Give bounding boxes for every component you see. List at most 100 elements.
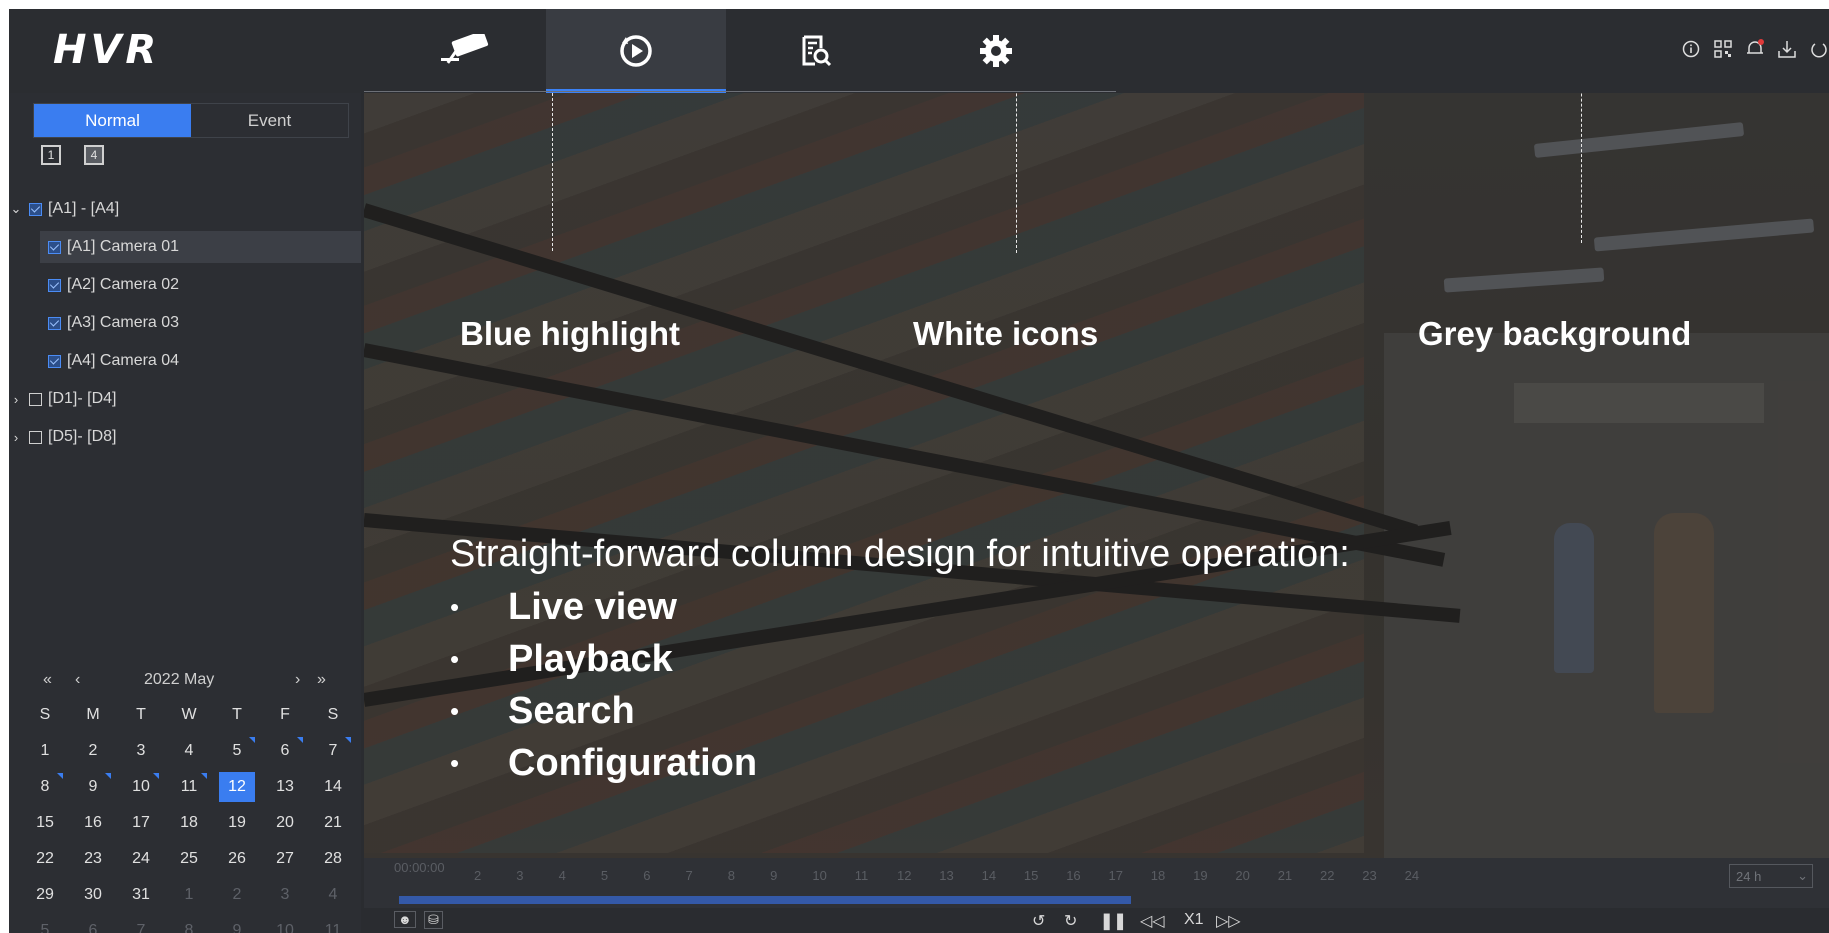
calendar-day[interactable]: 9 [69, 769, 117, 805]
camera-checkbox[interactable] [48, 316, 61, 330]
camera-label: [A3] Camera 03 [67, 314, 180, 331]
timeline-hour-label: 20 [1235, 868, 1250, 883]
sidebar: Normal Event 1 4 ⌄ [A1] - [A4] [A1] Came… [9, 93, 361, 933]
qr-code-icon[interactable] [1713, 39, 1733, 59]
group-checkbox[interactable] [29, 430, 42, 444]
calendar-day[interactable]: 31 [117, 877, 165, 913]
bullet-symbol: • [450, 591, 460, 622]
timeline-hour-label: 3 [516, 868, 524, 883]
calendar-day[interactable]: 2 [69, 733, 117, 769]
camera-label: [A4] Camera 04 [67, 352, 180, 369]
feature-label: Live view [508, 585, 677, 628]
calendar-day[interactable]: 10 [261, 913, 309, 933]
calendar-day[interactable]: 18 [165, 805, 213, 841]
next-year-button[interactable]: » [317, 671, 326, 689]
calendar-day[interactable]: 11 [165, 769, 213, 805]
calendar-day[interactable]: 25 [165, 841, 213, 877]
calendar-day[interactable]: 3 [117, 733, 165, 769]
speed-up-icon[interactable]: ▷▷ [1216, 911, 1241, 931]
calendar-day[interactable]: 22 [21, 841, 69, 877]
calendar-day[interactable]: 23 [69, 841, 117, 877]
calendar-day[interactable]: 2 [213, 877, 261, 913]
calendar-day[interactable]: 30 [69, 877, 117, 913]
calendar-day[interactable]: 6 [261, 733, 309, 769]
calendar-day[interactable]: 5 [21, 913, 69, 933]
calendar-day[interactable]: 27 [261, 841, 309, 877]
timeline-hour-label: 11 [854, 868, 869, 883]
tab-live-view[interactable] [379, 9, 559, 93]
prev-year-button[interactable]: « [43, 671, 52, 689]
tree-group-d1[interactable]: › [D1]- [D4] [9, 383, 361, 415]
calendar-day[interactable]: 17 [117, 805, 165, 841]
playback-icon [620, 35, 652, 67]
calendar-day[interactable]: 6 [69, 913, 117, 933]
timeline-hour-label: 23 [1362, 868, 1377, 883]
bell-icon[interactable] [1745, 39, 1765, 59]
camera-checkbox[interactable] [48, 354, 61, 368]
calendar-day[interactable]: 3 [261, 877, 309, 913]
group-checkbox[interactable] [29, 392, 42, 406]
calendar-day[interactable]: 19 [213, 805, 261, 841]
calendar-day[interactable]: 13 [261, 769, 309, 805]
calendar-day[interactable]: 4 [165, 733, 213, 769]
vehicle-icon[interactable]: ⛁ [424, 911, 443, 929]
calendar-day[interactable]: 15 [21, 805, 69, 841]
tab-configuration[interactable] [906, 9, 1086, 93]
tab-playback[interactable] [546, 9, 726, 93]
calendar-day[interactable]: 16 [69, 805, 117, 841]
calendar-day[interactable]: 9 [213, 913, 261, 933]
person-icon[interactable]: ☻ [394, 911, 416, 928]
power-icon[interactable] [1809, 39, 1829, 59]
calendar-day[interactable]: 12 [219, 772, 255, 802]
calendar-weekday: F [280, 706, 290, 723]
info-icon[interactable] [1681, 39, 1701, 59]
tree-group-a[interactable]: ⌄ [A1] - [A4] [9, 193, 361, 225]
rewind-30s-icon[interactable]: ↺ [1032, 911, 1045, 931]
timeline-recording-bar[interactable] [399, 896, 1131, 904]
camera-checkbox[interactable] [48, 240, 61, 254]
segment-normal[interactable]: Normal [34, 104, 191, 137]
prev-month-button[interactable]: ‹ [75, 671, 80, 689]
calendar-day[interactable]: 14 [309, 769, 357, 805]
calendar-day[interactable]: 4 [309, 877, 357, 913]
timeline-hour-label: 14 [981, 868, 997, 883]
next-month-button[interactable]: › [295, 671, 300, 689]
group-checkbox[interactable] [29, 202, 42, 216]
calendar-weekday: T [136, 706, 146, 723]
slow-down-icon[interactable]: ◁◁ [1140, 911, 1165, 931]
calendar-day[interactable]: 8 [21, 769, 69, 805]
calendar-day[interactable]: 21 [309, 805, 357, 841]
toolbar-right [1681, 39, 1829, 59]
calendar-day[interactable]: 26 [213, 841, 261, 877]
calendar-day[interactable]: 24 [117, 841, 165, 877]
tree-group-d5[interactable]: › [D5]- [D8] [9, 421, 361, 453]
feature-item: • Playback [450, 633, 757, 685]
calendar-day[interactable]: 29 [21, 877, 69, 913]
layout-single-button[interactable]: 1 [41, 145, 61, 165]
timeline-hour-label: 24 [1404, 868, 1420, 883]
forward-30s-icon[interactable]: ↻ [1064, 911, 1077, 931]
calendar-day[interactable]: 1 [165, 877, 213, 913]
calendar-day[interactable]: 11 [309, 913, 357, 933]
calendar-day[interactable]: 7 [117, 913, 165, 933]
playback-timeline[interactable]: 00:00:00 24 h ⌄ 2 3 4 5 6 7 8 9 10 11 12 13 14 15 16 17… [364, 858, 1829, 908]
camera-row[interactable]: [A3] Camera 03 [9, 307, 361, 339]
camera-checkbox[interactable] [48, 278, 61, 292]
camera-row[interactable]: [A1] Camera 01 [40, 231, 361, 263]
download-icon[interactable] [1777, 39, 1797, 59]
calendar-day[interactable]: 10 [117, 769, 165, 805]
pause-icon[interactable]: ❚❚ [1100, 911, 1127, 931]
segment-event[interactable]: Event [191, 104, 348, 137]
calendar-day[interactable]: 20 [261, 805, 309, 841]
calendar-day[interactable]: 28 [309, 841, 357, 877]
timeline-range-value: 24 h [1736, 868, 1762, 884]
layout-quad-button[interactable]: 4 [84, 145, 104, 165]
calendar-day[interactable]: 5 [213, 733, 261, 769]
calendar-day[interactable]: 8 [165, 913, 213, 933]
camera-row[interactable]: [A4] Camera 04 [9, 345, 361, 377]
camera-row[interactable]: [A2] Camera 02 [9, 269, 361, 301]
calendar-day[interactable]: 7 [309, 733, 357, 769]
calendar-day[interactable]: 1 [21, 733, 69, 769]
timeline-range-select[interactable]: 24 h ⌄ [1729, 864, 1813, 888]
tab-search[interactable] [726, 9, 906, 93]
